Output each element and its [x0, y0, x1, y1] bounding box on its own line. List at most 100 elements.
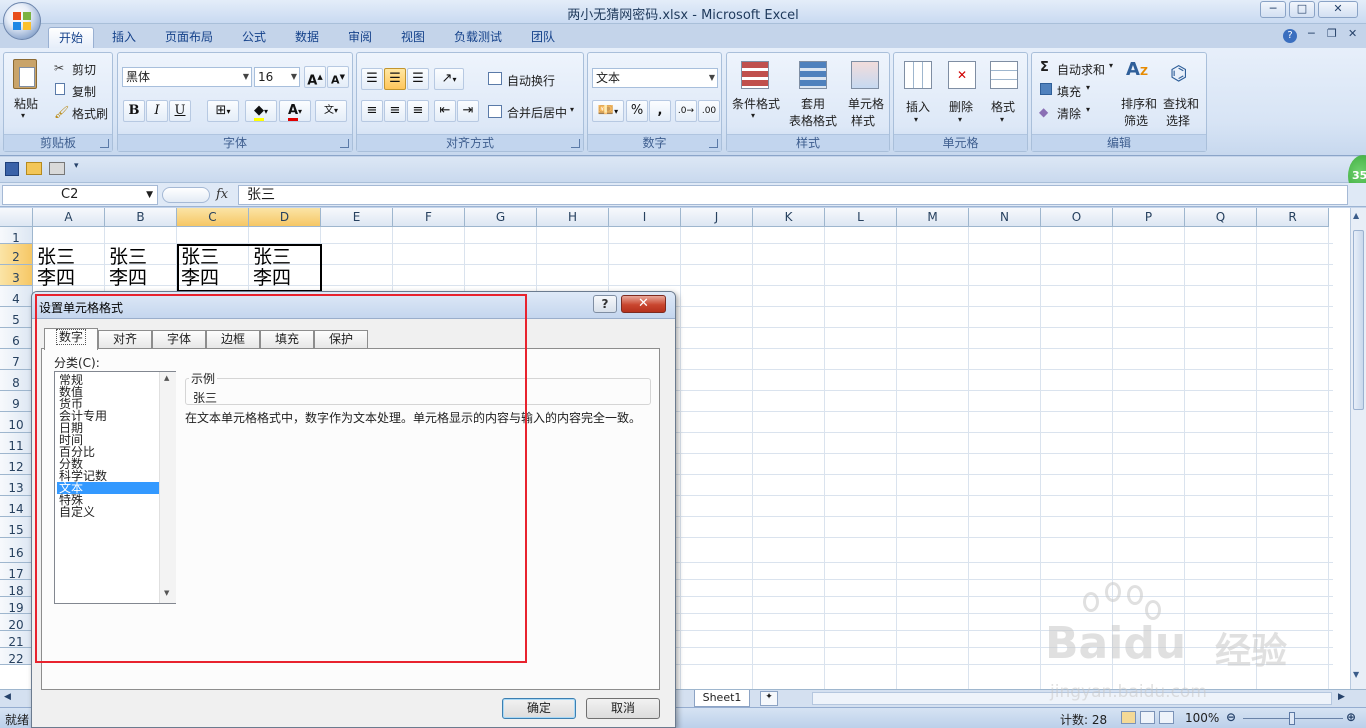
row-header-11[interactable]: 11 [0, 433, 33, 454]
row-header-17[interactable]: 17 [0, 563, 33, 581]
fill-color-button[interactable]: ◆▾ [245, 100, 277, 122]
insert-cells-button[interactable]: 插入 [906, 98, 930, 115]
tab-data[interactable]: 数据 [287, 27, 327, 48]
find-select-line1[interactable]: 查找和 [1163, 95, 1199, 112]
column-header-Q[interactable]: Q [1185, 208, 1257, 227]
column-header-K[interactable]: K [753, 208, 825, 227]
format-as-table-line1[interactable]: 套用 [801, 95, 825, 112]
tab-formulas[interactable]: 公式 [234, 27, 274, 48]
tab-page-layout[interactable]: 页面布局 [158, 27, 220, 48]
office-button[interactable] [3, 2, 41, 40]
bold-button[interactable]: B [123, 100, 145, 122]
column-header-J[interactable]: J [681, 208, 753, 227]
row-header-8[interactable]: 8 [0, 370, 33, 391]
help-icon[interactable]: ? [1283, 29, 1297, 43]
chevron-down-icon[interactable]: ▾ [1086, 83, 1090, 92]
column-header-R[interactable]: R [1257, 208, 1329, 227]
row-header-4[interactable]: 4 [0, 286, 33, 307]
row-header-12[interactable]: 12 [0, 454, 33, 475]
row-header-19[interactable]: 19 [0, 597, 33, 615]
chevron-down-icon[interactable]: ▾ [751, 111, 755, 120]
column-header-B[interactable]: B [105, 208, 177, 227]
ok-button[interactable]: 确定 [502, 698, 576, 719]
copy-button[interactable]: 复制 [72, 83, 96, 100]
insert-function-icon[interactable]: fx [216, 187, 228, 202]
accounting-format-button[interactable]: 💴▾ [592, 100, 624, 122]
cell-A3[interactable]: 李四 [34, 268, 75, 289]
column-header-P[interactable]: P [1113, 208, 1185, 227]
row-header-3[interactable]: 3 [0, 265, 33, 286]
column-header-E[interactable]: E [321, 208, 393, 227]
cell-B3[interactable]: 李四 [106, 268, 147, 289]
zoom-slider-thumb[interactable] [1289, 712, 1295, 725]
chevron-down-icon[interactable]: ▼ [146, 186, 153, 204]
column-header-L[interactable]: L [825, 208, 897, 227]
scroll-thumb[interactable] [1353, 230, 1364, 410]
number-launcher-icon[interactable] [709, 139, 718, 148]
cell-B2[interactable]: 张三 [106, 247, 147, 268]
row-header-10[interactable]: 10 [0, 412, 33, 433]
zoom-level[interactable]: 100% [1185, 711, 1219, 725]
insert-sheet-icon[interactable]: ✦ [760, 691, 778, 706]
italic-button[interactable]: I [146, 100, 168, 122]
column-header-N[interactable]: N [969, 208, 1041, 227]
scroll-right-icon[interactable]: ▶ [1338, 692, 1345, 702]
row-header-18[interactable]: 18 [0, 580, 33, 598]
fill-button[interactable]: 填充 [1057, 83, 1081, 100]
tab-team[interactable]: 团队 [523, 27, 563, 48]
ribbon-minimize-icon[interactable]: ─ [1308, 27, 1315, 40]
chevron-down-icon[interactable]: ▾ [1000, 115, 1004, 124]
row-header-15[interactable]: 15 [0, 517, 33, 538]
align-top-button[interactable]: ☰ [361, 68, 383, 90]
row-header-21[interactable]: 21 [0, 631, 33, 649]
formula-bar-resize-handle[interactable] [162, 187, 210, 203]
paste-dropdown-icon[interactable]: ▾ [21, 111, 25, 120]
column-header-C[interactable]: C [177, 208, 249, 227]
scroll-down-icon[interactable]: ▼ [1353, 670, 1359, 679]
underline-button[interactable]: U [169, 100, 191, 122]
paste-button[interactable]: 粘贴 [14, 95, 38, 112]
increase-decimal-button[interactable]: .0→ [675, 100, 697, 122]
cut-button[interactable]: 剪切 [72, 61, 96, 78]
dialog-tab-number[interactable]: 数字 [44, 328, 98, 350]
chevron-down-icon[interactable]: ▾ [914, 115, 918, 124]
phonetic-button[interactable]: 文▾ [315, 100, 347, 122]
font-launcher-icon[interactable] [340, 139, 349, 148]
find-select-button[interactable]: 选择 [1166, 112, 1190, 129]
row-header-5[interactable]: 5 [0, 307, 33, 328]
first-sheet-icon[interactable]: ◀ [4, 692, 11, 702]
row-header-9[interactable]: 9 [0, 391, 33, 412]
column-header-D[interactable]: D [249, 208, 321, 227]
cancel-button[interactable]: 取消 [586, 698, 660, 719]
cell-A2[interactable]: 张三 [34, 247, 75, 268]
maximize-button[interactable]: □ [1289, 1, 1315, 18]
customize-qat-icon[interactable]: ▾ [74, 161, 79, 171]
column-header-F[interactable]: F [393, 208, 465, 227]
format-cells-button[interactable]: 格式 [991, 98, 1015, 115]
dialog-help-button[interactable]: ? [593, 295, 617, 313]
align-bottom-button[interactable]: ☰ [407, 68, 429, 90]
font-color-button[interactable]: A▾ [279, 100, 311, 122]
select-all-corner[interactable] [0, 208, 33, 227]
number-format-combo[interactable]: 文本 ▼ [592, 68, 718, 88]
chevron-down-icon[interactable]: ▾ [1086, 105, 1090, 114]
font-name-combo[interactable]: 黑体 ▼ [122, 67, 252, 87]
row-header-22[interactable]: 22 [0, 648, 33, 666]
open-folder-icon[interactable] [26, 162, 42, 175]
format-painter-button[interactable]: 格式刷 [72, 105, 108, 122]
merge-center-button[interactable]: 合并后居中 [507, 104, 567, 121]
formula-input[interactable]: 张三 [238, 185, 1348, 205]
vertical-scrollbar[interactable]: ▲ ▼ [1350, 208, 1366, 689]
row-header-2[interactable]: 2 [0, 244, 33, 265]
font-size-combo[interactable]: 16 ▼ [254, 67, 300, 87]
tab-home[interactable]: 开始 [48, 27, 94, 48]
column-header-A[interactable]: A [33, 208, 105, 227]
sort-filter-line1[interactable]: 排序和 [1121, 95, 1157, 112]
chevron-down-icon[interactable]: ▾ [958, 115, 962, 124]
minimize-button[interactable]: ─ [1260, 1, 1286, 18]
close-window-button[interactable]: ✕ [1318, 1, 1358, 18]
cell-styles-button[interactable]: 样式 [851, 112, 875, 129]
tab-review[interactable]: 审阅 [340, 27, 380, 48]
column-header-M[interactable]: M [897, 208, 969, 227]
alignment-launcher-icon[interactable] [571, 139, 580, 148]
